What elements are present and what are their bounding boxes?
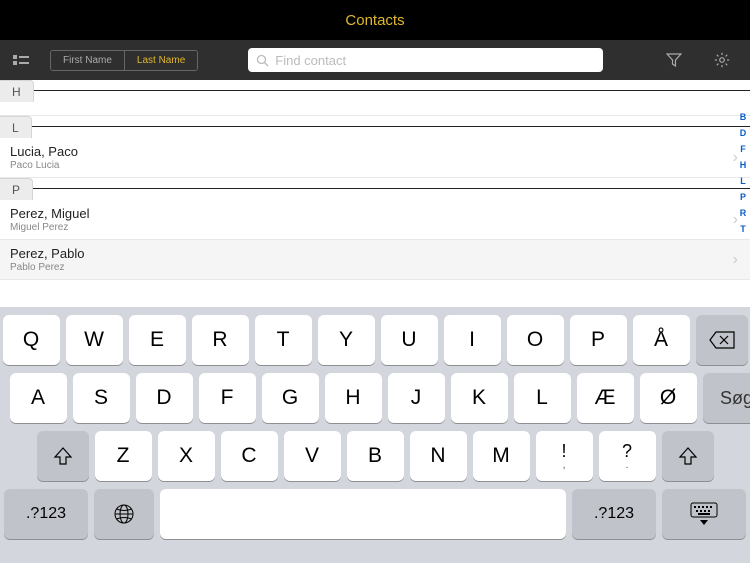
index-letter[interactable]: F <box>738 144 748 154</box>
key-numbers-left[interactable]: .?123 <box>4 489 88 539</box>
chevron-right-icon: › <box>733 251 738 269</box>
key-x[interactable]: X <box>158 431 215 481</box>
key-n[interactable]: N <box>410 431 467 481</box>
search-input[interactable] <box>275 53 595 68</box>
layout-icon[interactable] <box>10 48 34 72</box>
sort-first-name[interactable]: First Name <box>51 51 124 70</box>
shift-icon <box>678 446 698 466</box>
index-letter[interactable]: R <box>738 208 748 218</box>
index-letter[interactable]: H <box>738 160 748 170</box>
sort-segment: First Name Last Name <box>50 50 198 71</box>
contact-row[interactable]: Perez, Pablo Pablo Perez › <box>0 240 750 280</box>
search-icon <box>256 54 269 67</box>
search-field[interactable] <box>248 48 603 72</box>
key-space[interactable] <box>160 489 566 539</box>
key-m[interactable]: M <box>473 431 530 481</box>
backspace-icon <box>709 331 735 349</box>
index-letter[interactable]: D <box>738 128 748 138</box>
key-v[interactable]: V <box>284 431 341 481</box>
index-letter[interactable]: L <box>738 176 748 186</box>
filter-icon[interactable] <box>662 48 686 72</box>
section-letter: H <box>0 80 34 102</box>
key-oe[interactable]: Ø <box>640 373 697 423</box>
key-a[interactable]: A <box>10 373 67 423</box>
section-header: L <box>0 116 750 138</box>
key-e[interactable]: E <box>129 315 186 365</box>
key-backspace[interactable] <box>696 315 748 365</box>
key-l[interactable]: L <box>514 373 571 423</box>
key-t[interactable]: T <box>255 315 312 365</box>
contact-sub: Paco Lucia <box>10 160 740 171</box>
section-rule <box>34 90 750 91</box>
globe-icon <box>113 503 135 525</box>
key-exclaim[interactable]: ! , <box>536 431 593 481</box>
key-search[interactable]: Søg <box>703 373 750 423</box>
keyboard: Q W E R T Y U I O P Å A S D F G H J K L … <box>0 307 750 563</box>
gear-icon[interactable] <box>710 48 734 72</box>
keyboard-row-2: A S D F G H J K L Æ Ø Søg <box>4 373 746 423</box>
key-j[interactable]: J <box>388 373 445 423</box>
contact-name: Lucia, Paco <box>10 144 740 159</box>
keyboard-row-3: Z X C V B N M ! , ? . <box>4 431 746 481</box>
key-i[interactable]: I <box>444 315 501 365</box>
title-bar: Contacts <box>0 0 750 40</box>
section-rule <box>32 126 750 127</box>
page-title: Contacts <box>345 12 404 29</box>
contact-name: Perez, Miguel <box>10 206 740 221</box>
index-letter[interactable]: T <box>738 224 748 234</box>
key-g[interactable]: G <box>262 373 319 423</box>
contact-sub: Pablo Perez <box>10 262 740 273</box>
key-dismiss-keyboard[interactable] <box>662 489 746 539</box>
index-letter[interactable]: P <box>738 192 748 202</box>
section-header: P <box>0 178 750 200</box>
key-h[interactable]: H <box>325 373 382 423</box>
contact-row[interactable]: Lucia, Paco Paco Lucia › <box>0 138 750 178</box>
key-y[interactable]: Y <box>318 315 375 365</box>
alpha-index[interactable]: B D F H L P R T <box>738 112 748 234</box>
shift-icon <box>53 446 73 466</box>
keyboard-row-4: .?123 .?123 <box>4 489 746 539</box>
contact-row[interactable]: Perez, Miguel Miguel Perez › <box>0 200 750 240</box>
key-question[interactable]: ? . <box>599 431 656 481</box>
keyboard-dismiss-icon <box>689 502 719 526</box>
contact-sub: Miguel Perez <box>10 222 740 233</box>
contact-name: Perez, Pablo <box>10 246 740 261</box>
contact-list: H L Lucia, Paco Paco Lucia › P Perez, Mi… <box>0 80 750 307</box>
key-globe[interactable] <box>94 489 154 539</box>
key-numbers-right[interactable]: .?123 <box>572 489 656 539</box>
key-ae[interactable]: Æ <box>577 373 634 423</box>
key-aa[interactable]: Å <box>633 315 690 365</box>
key-b[interactable]: B <box>347 431 404 481</box>
keyboard-row-1: Q W E R T Y U I O P Å <box>4 315 746 365</box>
key-s[interactable]: S <box>73 373 130 423</box>
toolbar: First Name Last Name <box>0 40 750 80</box>
section-letter: L <box>0 116 32 138</box>
key-shift-left[interactable] <box>37 431 89 481</box>
key-c[interactable]: C <box>221 431 278 481</box>
key-r[interactable]: R <box>192 315 249 365</box>
index-letter[interactable]: B <box>738 112 748 122</box>
key-d[interactable]: D <box>136 373 193 423</box>
key-p[interactable]: P <box>570 315 627 365</box>
sort-last-name[interactable]: Last Name <box>124 51 197 70</box>
key-z[interactable]: Z <box>95 431 152 481</box>
key-o[interactable]: O <box>507 315 564 365</box>
key-w[interactable]: W <box>66 315 123 365</box>
section-rule <box>33 188 750 189</box>
key-k[interactable]: K <box>451 373 508 423</box>
section-letter: P <box>0 178 33 200</box>
section-header: H <box>0 80 750 102</box>
key-f[interactable]: F <box>199 373 256 423</box>
key-u[interactable]: U <box>381 315 438 365</box>
key-q[interactable]: Q <box>3 315 60 365</box>
key-shift-right[interactable] <box>662 431 714 481</box>
